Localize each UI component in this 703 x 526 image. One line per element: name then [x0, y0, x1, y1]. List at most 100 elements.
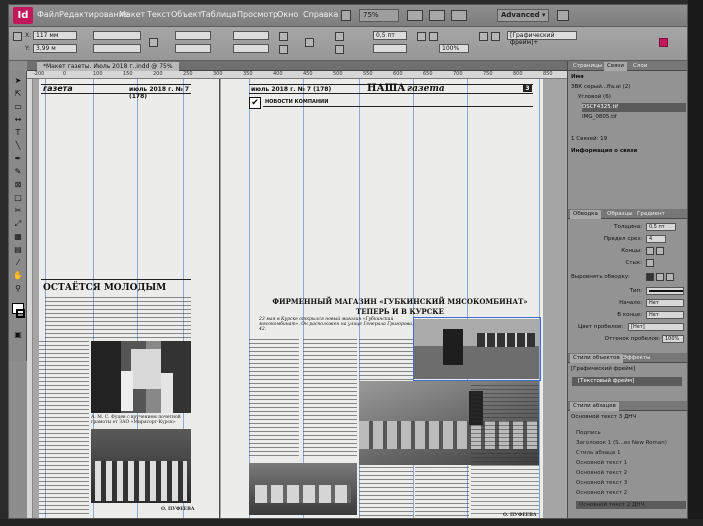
- menu-object[interactable]: Объект: [171, 10, 202, 19]
- menu-type[interactable]: Текст: [147, 10, 171, 19]
- scissors-tool-icon[interactable]: ✂: [12, 205, 24, 216]
- menu-table[interactable]: Таблица: [201, 10, 236, 19]
- stroke-type-field[interactable]: [373, 44, 407, 53]
- end-select[interactable]: Нет: [646, 311, 684, 319]
- paragraph-style-item[interactable]: Стиль абзаца 1: [576, 449, 686, 457]
- right-header-title: НАША: [367, 83, 406, 94]
- links-count: 1 Связей: 19: [571, 136, 608, 142]
- workspace-switcher[interactable]: Advanced ▾: [497, 9, 549, 22]
- text-wrap-icon[interactable]: [417, 32, 426, 41]
- miter-limit-input[interactable]: 4: [646, 235, 666, 243]
- view-options-icon[interactable]: [407, 10, 423, 21]
- gradient-tool-icon[interactable]: ▦: [12, 231, 24, 242]
- scale-x-field[interactable]: [175, 31, 211, 40]
- direct-selection-tool-icon[interactable]: ⇱: [12, 88, 24, 99]
- tab-paragraph-styles[interactable]: Стили абзацев: [570, 402, 619, 411]
- constrain-proportions-icon[interactable]: [149, 38, 158, 47]
- zoom-dropdown[interactable]: 75%: [359, 9, 399, 22]
- hand-tool-icon[interactable]: ✋: [12, 270, 24, 281]
- scale-y-field[interactable]: [175, 44, 211, 53]
- fit-content-icon[interactable]: [491, 32, 500, 41]
- tab-swatches[interactable]: Образцы: [604, 210, 636, 219]
- tab-stroke[interactable]: Обводка: [570, 210, 601, 219]
- page-tool-icon[interactable]: ▭: [12, 101, 24, 112]
- y-position-field[interactable]: 3,99 м: [33, 44, 77, 53]
- tab-object-styles[interactable]: Стили объектов: [570, 354, 623, 363]
- gap-tool-icon[interactable]: ↔: [12, 114, 24, 125]
- arrange-documents-icon[interactable]: [451, 10, 467, 21]
- object-style-item[interactable]: [Текстовый фрейм]: [572, 377, 682, 386]
- fit-frame-icon[interactable]: [479, 32, 488, 41]
- paragraph-style-item[interactable]: Основной текст 1: [576, 459, 686, 467]
- rectangle-tool-icon[interactable]: □: [12, 192, 24, 203]
- tab-layers[interactable]: Слои: [630, 62, 650, 71]
- gap-tint-input[interactable]: 100%: [662, 335, 684, 343]
- start-select[interactable]: Нет: [646, 299, 684, 307]
- tab-effects[interactable]: Эффекты: [620, 354, 654, 363]
- menu-bar: Id Файл Редактирование Макет Текст Объек…: [9, 5, 687, 27]
- link-info-header[interactable]: Информация о связи: [571, 147, 687, 156]
- document-tab[interactable]: *Макет газеты. Июль 2018 г..indd @ 75%: [37, 62, 179, 71]
- pencil-tool-icon[interactable]: ✎: [12, 166, 24, 177]
- tab-pages[interactable]: Страницы: [570, 62, 605, 71]
- rotation-field[interactable]: [233, 31, 269, 40]
- tab-gradient[interactable]: Градиент: [634, 210, 668, 219]
- stroke-swatch-icon[interactable]: [335, 45, 344, 54]
- align-center-icon[interactable]: [646, 273, 654, 281]
- free-transform-tool-icon[interactable]: ⤢: [12, 218, 24, 229]
- menu-layout[interactable]: Макет: [119, 10, 145, 19]
- menu-view[interactable]: Просмотр: [237, 10, 278, 19]
- join-miter-icon[interactable]: [646, 259, 654, 267]
- line-tool-icon[interactable]: ╲: [12, 140, 24, 151]
- selection-tool-icon[interactable]: ➤: [12, 75, 24, 86]
- opacity-field[interactable]: 100%: [439, 44, 469, 53]
- width-field[interactable]: [93, 31, 141, 40]
- paragraph-style-item[interactable]: Основной текст 2: [576, 489, 686, 497]
- cap-butt-icon[interactable]: [646, 247, 654, 255]
- rectangle-frame-tool-icon[interactable]: ⊠: [12, 179, 24, 190]
- zoom-tool-icon[interactable]: ⚲: [12, 283, 24, 294]
- menu-file[interactable]: Файл: [37, 10, 59, 19]
- link-item-selected[interactable]: DSCF4325.tif: [582, 103, 686, 112]
- link-item[interactable]: IMG_0805.tif: [582, 113, 687, 122]
- paragraph-style-item-selected[interactable]: Основной текст 2 ДНЧ: [576, 501, 686, 509]
- pen-tool-icon[interactable]: ✒: [12, 153, 24, 164]
- menu-window[interactable]: Окно: [277, 10, 298, 19]
- x-position-field[interactable]: 117 мм: [33, 31, 77, 40]
- align-inside-icon[interactable]: [656, 273, 664, 281]
- stroke-weight-field[interactable]: 0,5 пт: [373, 31, 407, 40]
- link-item[interactable]: ЗВК серый...ffa.ai (2): [571, 83, 687, 92]
- shear-field[interactable]: [233, 44, 269, 53]
- cap-round-icon[interactable]: [656, 247, 664, 255]
- reference-point-icon[interactable]: [13, 32, 22, 41]
- screen-mode-tool-icon[interactable]: ▣: [12, 329, 24, 340]
- bridge-icon[interactable]: [341, 10, 351, 21]
- link-item[interactable]: Угловой (6): [578, 93, 687, 102]
- fill-swatch-icon[interactable]: [335, 32, 344, 41]
- paragraph-style-item[interactable]: Подпись: [576, 429, 686, 437]
- tab-links[interactable]: Связи: [604, 62, 627, 71]
- eyedropper-tool-icon[interactable]: ⁄: [12, 257, 24, 268]
- stroke-weight-input[interactable]: 0,5 пт: [646, 223, 676, 231]
- object-style-dropdown[interactable]: [Графический фрейм]+: [507, 31, 577, 46]
- screen-mode-icon[interactable]: [429, 10, 445, 21]
- stroke-type-select[interactable]: [646, 287, 684, 295]
- gap-color-select[interactable]: [Нет]: [628, 323, 684, 331]
- flip-icon[interactable]: [279, 45, 288, 54]
- selected-graphic-frame[interactable]: [413, 317, 541, 381]
- menu-help[interactable]: Справка: [303, 10, 338, 19]
- align-outside-icon[interactable]: [666, 273, 674, 281]
- paragraph-style-item[interactable]: Основной текст 3: [576, 479, 686, 487]
- paragraph-style-item[interactable]: Основной текст 2: [576, 469, 686, 477]
- ruler-tick-label: 600: [393, 71, 403, 77]
- height-field[interactable]: [93, 44, 141, 53]
- select-container-icon[interactable]: [305, 38, 314, 47]
- stroke-color-icon[interactable]: [16, 309, 25, 318]
- rotate-cw-icon[interactable]: [279, 32, 288, 41]
- search-icon[interactable]: [557, 10, 569, 21]
- type-tool-icon[interactable]: T: [12, 127, 24, 138]
- note-tool-icon[interactable]: ▤: [12, 244, 24, 255]
- fx-icon[interactable]: [429, 32, 438, 41]
- paragraph-style-item[interactable]: Заголовок 1 (S...es New Roman): [576, 439, 686, 447]
- quick-apply-icon[interactable]: [659, 38, 668, 47]
